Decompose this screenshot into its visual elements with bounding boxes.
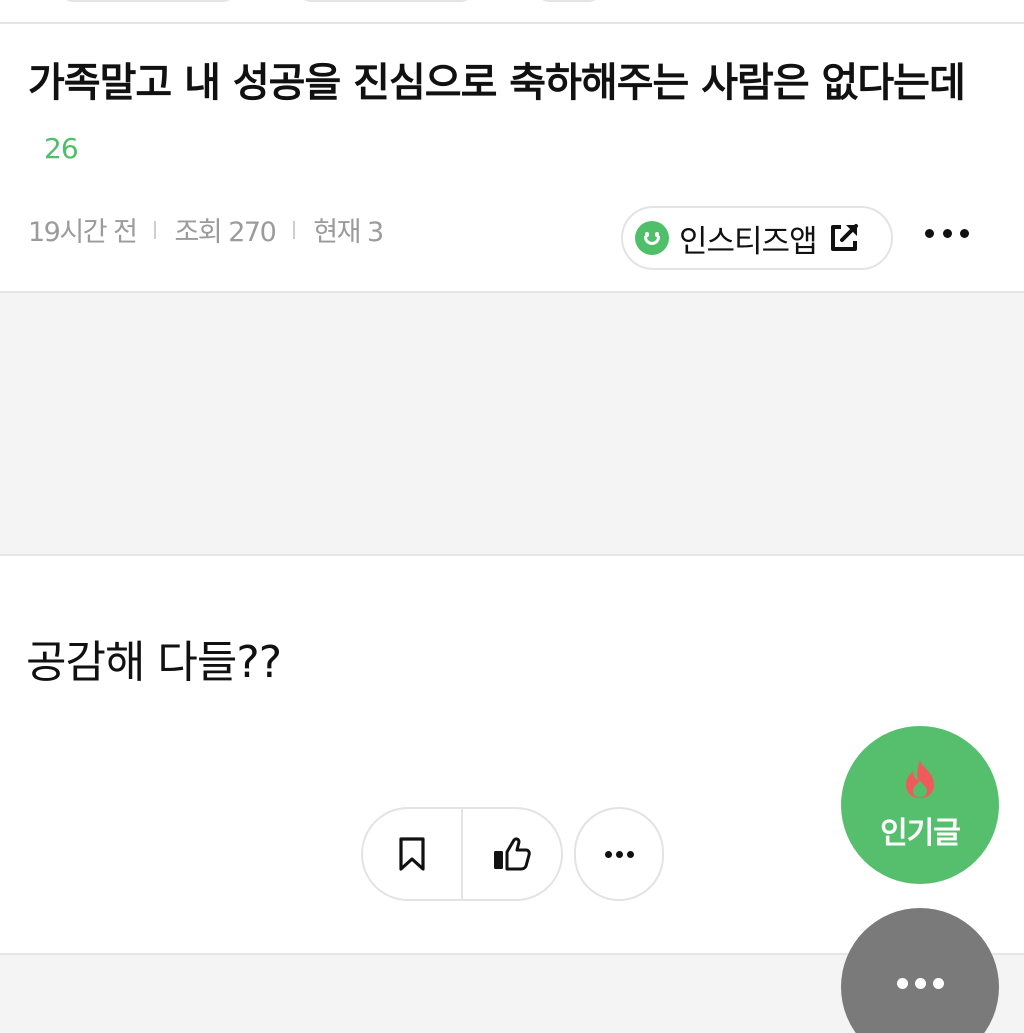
fire-icon	[906, 760, 934, 798]
dot	[896, 978, 908, 989]
post-page: 가족말고 내 성공을 진심으로 축하해주는 사람은 없다는데 26 19시간 전 …	[0, 0, 1024, 1033]
thumbs-up-icon	[494, 837, 531, 871]
smile-icon	[635, 221, 669, 255]
dot	[626, 850, 634, 858]
top-partial-pill[interactable]	[534, 0, 604, 2]
post-more-button[interactable]	[925, 222, 969, 244]
dot	[960, 228, 969, 238]
dot	[932, 978, 944, 989]
post-meta: 19시간 전 조회 270 현재 3	[28, 210, 384, 249]
comment-count[interactable]: 26	[44, 132, 79, 165]
dot	[925, 228, 934, 238]
open-app-button[interactable]: 인스티즈앱	[621, 206, 893, 270]
dot	[914, 978, 926, 989]
top-partial-pill[interactable]	[296, 0, 476, 2]
open-app-label: 인스티즈앱	[679, 223, 818, 260]
bookmark-button[interactable]	[363, 809, 461, 899]
post-title: 가족말고 내 성공을 진심으로 축하해주는 사람은 없다는데 26	[28, 52, 1003, 180]
popular-posts-button[interactable]: 인기글	[841, 726, 999, 884]
reaction-more-button[interactable]	[574, 807, 664, 901]
ad-placeholder	[0, 291, 1024, 556]
meta-separator	[293, 220, 296, 239]
post-title-text: 가족말고 내 성공을 진심으로 축하해주는 사람은 없다는데	[28, 60, 966, 106]
post-body: 공감해 다들??	[26, 637, 282, 688]
dot	[942, 228, 952, 238]
floating-more-button[interactable]	[841, 908, 999, 1033]
dot	[604, 850, 612, 858]
external-link-icon	[830, 224, 858, 251]
view-count: 조회 270	[174, 217, 276, 248]
bookmark-icon	[399, 837, 425, 871]
post-time: 19시간 전	[28, 217, 138, 248]
meta-separator	[154, 220, 157, 239]
like-button[interactable]	[463, 809, 561, 899]
top-partial-pill[interactable]	[58, 0, 238, 2]
dot	[615, 850, 623, 858]
top-tab-strip	[0, 0, 1024, 24]
reaction-bar	[361, 807, 563, 901]
current-viewers: 현재 3	[313, 217, 384, 248]
popular-posts-label: 인기글	[880, 816, 961, 851]
